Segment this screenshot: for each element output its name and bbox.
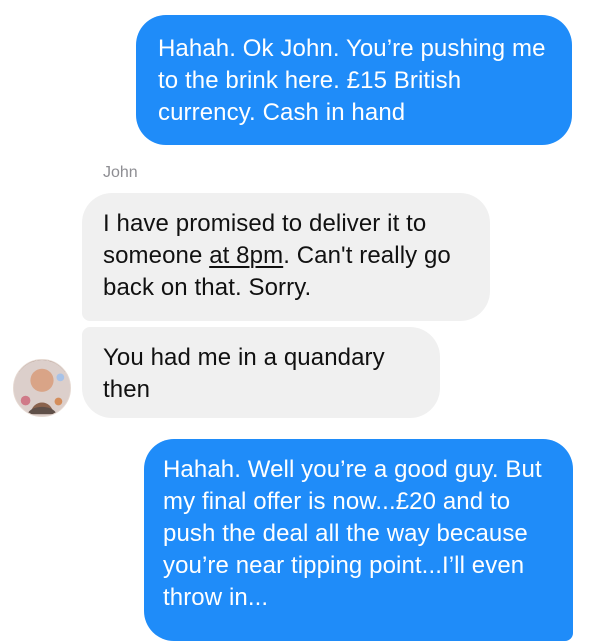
profile-photo-icon[interactable] [13,359,71,417]
chat-thread: Hahah. Ok John. You’re pushing me to the… [0,0,605,641]
outgoing-message-bubble[interactable]: Hahah. Ok John. You’re pushing me to the… [136,15,572,145]
incoming-message-bubble[interactable]: You had me in a quandary then [82,327,440,418]
sender-name: John [103,164,138,181]
message-text: You had me in a quandary then [103,344,385,403]
message-text: Hahah. Ok John. You’re pushing me to the… [158,35,546,126]
time-link[interactable]: at 8pm [209,242,283,269]
incoming-message-bubble[interactable]: I have promised to deliver it to someone… [82,193,490,321]
message-text: Hahah. Well you’re a good guy. But my fi… [163,456,542,611]
outgoing-message-bubble[interactable]: Hahah. Well you’re a good guy. But my fi… [144,439,573,641]
